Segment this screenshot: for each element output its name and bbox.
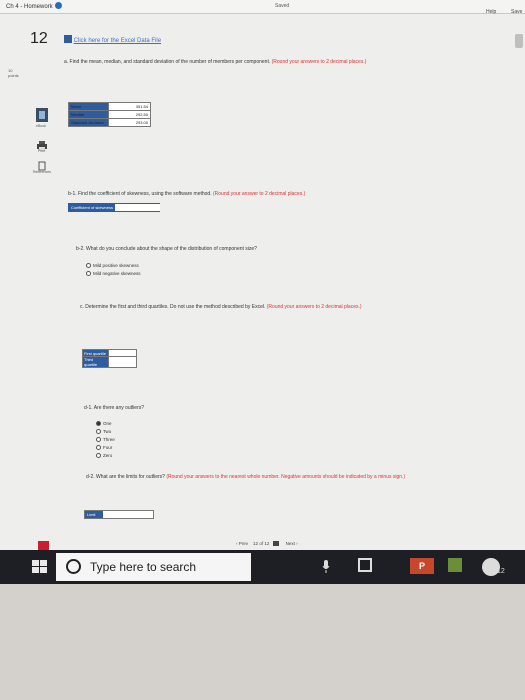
windows-start-icon[interactable] — [32, 560, 48, 574]
info-icon[interactable] — [54, 2, 62, 9]
part-a-instruction: (Round your answers to 2 decimal places.… — [271, 59, 367, 65]
option-three[interactable]: Three — [96, 436, 115, 443]
next-button[interactable]: Next › — [286, 541, 298, 546]
table-row: Third quartile — [82, 356, 137, 368]
next-label: Next — [285, 541, 295, 546]
excel-link-row: Click here for the Excel Data File — [64, 35, 161, 44]
prev-button[interactable]: ‹ Prev — [236, 541, 248, 546]
print-label: Print — [38, 149, 46, 153]
part-c-prompt: c. Determine the first and third quartil… — [80, 304, 480, 311]
excel-data-link[interactable]: Click here for the Excel Data File — [74, 38, 161, 44]
chrome-badge: 12 — [497, 568, 505, 575]
ebook-icon[interactable] — [36, 108, 48, 122]
option-positive-skew[interactable]: Mild positive skewness — [86, 262, 139, 269]
radio-icon — [96, 445, 101, 450]
radio-icon — [86, 263, 91, 268]
part-b1-text: b-1. Find the coefficient of skewness, u… — [68, 191, 212, 197]
row-label: Median — [68, 110, 109, 119]
prev-label: Prev — [238, 541, 249, 546]
part-d2-instruction: (Round your answers to the nearest whole… — [166, 474, 406, 480]
option-label: Mild positive skewness — [93, 263, 139, 268]
search-placeholder: Type here to search — [90, 560, 197, 574]
quartile-table: First quartile Third quartile — [82, 349, 137, 368]
row-label: Standard deviation — [68, 118, 109, 127]
browser-screen: Ch 4 - Homework Saved Help Save 12 10 po… — [0, 0, 525, 580]
skewness-label: Coefficient of skewness — [69, 204, 115, 211]
photos-icon[interactable] — [448, 558, 462, 572]
std-dev-input[interactable]: 293.00 — [108, 118, 151, 127]
part-d1-prompt: d-1. Are there any outliers? — [84, 405, 145, 411]
part-c-instruction: (Round your answers to 2 decimal places.… — [266, 304, 362, 310]
outlier-limit-field[interactable]: Limit — [84, 510, 154, 519]
radio-icon — [96, 429, 101, 434]
median-input[interactable]: 292.50 — [108, 110, 151, 119]
points-info: 10 points — [8, 68, 19, 78]
third-quartile-input[interactable] — [108, 356, 137, 368]
table-row: Standard deviation 293.00 — [68, 118, 151, 127]
assignment-title-text: Ch 4 - Homework — [6, 4, 53, 10]
option-one[interactable]: One — [96, 420, 112, 427]
row-label: First quartile — [82, 349, 109, 357]
question-number: 12 — [30, 30, 48, 47]
help-link[interactable]: Help — [486, 9, 496, 15]
option-label: One — [103, 421, 112, 426]
part-a-text: a. Find the mean, median, and standard d… — [64, 59, 271, 65]
radio-selected-icon — [96, 421, 101, 426]
table-row: Mean 351.54 — [68, 102, 151, 111]
cortana-icon — [66, 559, 81, 574]
assignment-header: Ch 4 - Homework Saved Help Save — [0, 0, 525, 15]
scrollbar-thumb[interactable] — [515, 34, 523, 48]
total-questions: 12 — [264, 541, 270, 546]
option-zero[interactable]: Zero — [96, 452, 112, 459]
option-label: Zero — [103, 453, 113, 458]
option-label: Mild negative skewness — [93, 271, 141, 276]
part-b1-prompt: b-1. Find the coefficient of skewness, u… — [68, 191, 448, 198]
grid-icon[interactable] — [272, 541, 279, 546]
assignment-title[interactable]: Ch 4 - Homework — [6, 2, 62, 10]
saved-status: Saved — [275, 3, 290, 9]
taskbar-search[interactable]: Type here to search — [56, 553, 251, 581]
option-label: Three — [103, 437, 115, 442]
limit-label: Limit — [87, 512, 96, 517]
skewness-field: Coefficient of skewness — [68, 203, 160, 212]
radio-icon — [96, 437, 101, 442]
microphone-icon[interactable] — [322, 560, 330, 574]
part-c-text: c. Determine the first and third quartil… — [80, 304, 266, 310]
ebook-label: eBook — [36, 124, 46, 128]
radio-icon — [86, 271, 91, 276]
option-label: Four — [103, 445, 113, 450]
part-d2-prompt: d-2. What are the limits for outliers? (… — [86, 474, 426, 481]
option-negative-skew[interactable]: Mild negative skewness — [86, 270, 141, 277]
radio-icon — [96, 453, 101, 458]
row-label: Third quartile — [82, 356, 109, 368]
first-quartile-input[interactable] — [108, 349, 137, 357]
part-d2-text: d-2. What are the limits for outliers? — [86, 474, 165, 480]
mean-input[interactable]: 351.54 — [108, 102, 151, 111]
option-two[interactable]: Two — [96, 428, 111, 435]
current-question: 12 — [253, 541, 259, 546]
option-label: Two — [103, 429, 112, 434]
references-label: References — [33, 170, 51, 174]
powerpoint-icon[interactable]: P — [410, 558, 434, 574]
table-row: First quartile — [82, 349, 137, 357]
option-four[interactable]: Four — [96, 444, 112, 451]
points-label: points — [8, 73, 19, 78]
part-a-table: Mean 351.54 Median 292.50 Standard devia… — [68, 102, 151, 127]
part-b1-instruction: (Round your answer to 2 decimal places.) — [213, 191, 306, 197]
monitor-bezel — [0, 584, 525, 700]
part-b2-prompt: b-2. What do you conclude about the shap… — [76, 246, 257, 252]
task-view-icon[interactable] — [358, 558, 372, 572]
skewness-input[interactable] — [115, 204, 160, 211]
of-label: of — [259, 541, 264, 546]
excel-file-icon — [64, 35, 72, 43]
question-navigation: ‹ Prev 12 of 12 Next › — [236, 541, 298, 546]
save-link[interactable]: Save — [511, 9, 522, 15]
part-a-prompt: a. Find the mean, median, and standard d… — [64, 59, 444, 66]
row-label: Mean — [68, 102, 109, 111]
table-row: Median 292.50 — [68, 110, 151, 119]
